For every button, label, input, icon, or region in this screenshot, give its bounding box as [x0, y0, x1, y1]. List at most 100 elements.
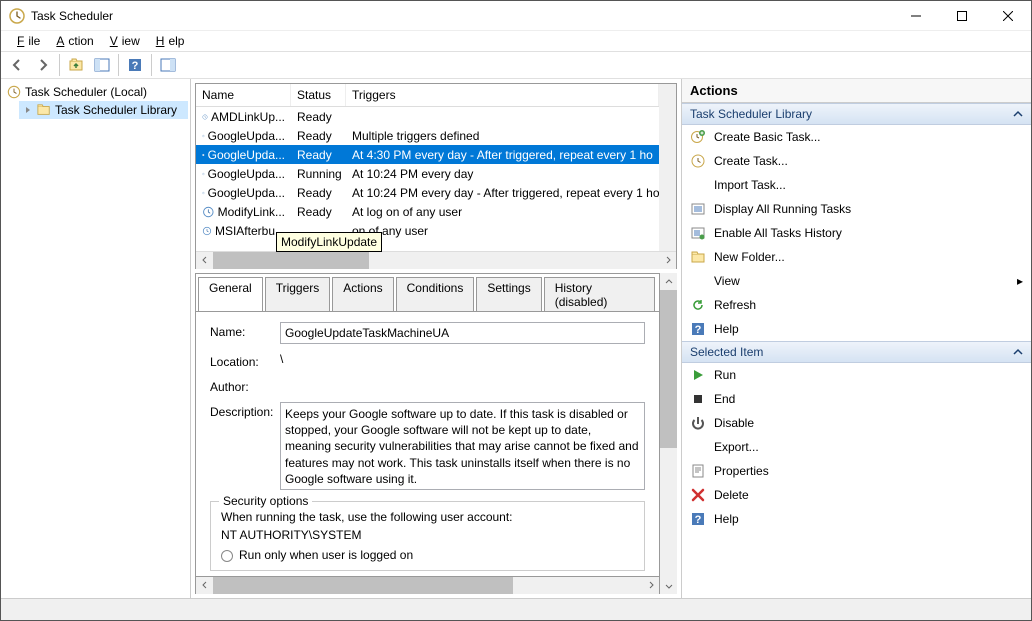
action-icon [690, 415, 706, 431]
forward-button[interactable] [31, 53, 55, 77]
close-button[interactable] [985, 1, 1031, 31]
tree-root-label: Task Scheduler (Local) [25, 85, 147, 99]
task-list-header: Name Status Triggers [196, 84, 659, 107]
actions-pane: Actions Task Scheduler Library Create Ba… [681, 79, 1031, 598]
details-hscroll[interactable] [196, 576, 659, 593]
action-export[interactable]: Export... [682, 435, 1031, 459]
action-icon [690, 249, 706, 265]
menu-file[interactable]: File [9, 32, 44, 50]
action-view[interactable]: View▸ [682, 269, 1031, 293]
app-icon [9, 8, 25, 24]
action-help[interactable]: ?Help [682, 317, 1031, 341]
action-help[interactable]: ?Help [682, 507, 1031, 531]
col-status[interactable]: Status [291, 84, 346, 106]
action-icon [690, 367, 706, 383]
security-text: When running the task, use the following… [221, 510, 634, 524]
collapse-icon [1013, 109, 1023, 119]
action-icon [690, 439, 706, 455]
menu-view[interactable]: View [102, 32, 144, 50]
description-label: Description: [210, 402, 280, 419]
action-import-task[interactable]: Import Task... [682, 173, 1031, 197]
titlebar: Task Scheduler [1, 1, 1031, 31]
actions-header: Actions [682, 79, 1031, 103]
description-field[interactable] [280, 402, 645, 490]
col-name[interactable]: Name [196, 84, 291, 106]
menu-help[interactable]: Help [148, 32, 189, 50]
task-row[interactable]: GoogleUpda...ReadyMultiple triggers defi… [196, 126, 659, 145]
svg-text:?: ? [695, 514, 702, 526]
tree-root[interactable]: Task Scheduler (Local) [3, 83, 188, 101]
action-icon [690, 153, 706, 169]
section-selected-item[interactable]: Selected Item [682, 341, 1031, 363]
expander-icon[interactable] [23, 105, 33, 115]
svg-text:?: ? [695, 324, 702, 336]
task-list-vscroll[interactable] [659, 84, 676, 251]
section-library[interactable]: Task Scheduler Library [682, 103, 1031, 125]
location-value: \ [280, 352, 645, 366]
task-list: Name Status Triggers AMDLinkUp...ReadyGo… [195, 83, 677, 269]
details-vscroll[interactable] [660, 273, 677, 594]
action-icon [690, 273, 706, 289]
details-tabpanel: General Triggers Actions Conditions Sett… [195, 273, 660, 594]
task-row[interactable]: MSIAfterbu... on of any user [196, 221, 659, 240]
tab-conditions[interactable]: Conditions [396, 277, 475, 312]
location-label: Location: [210, 352, 280, 369]
back-button[interactable] [5, 53, 29, 77]
action-refresh[interactable]: Refresh [682, 293, 1031, 317]
radio-logged-on[interactable]: Run only when user is logged on [221, 548, 634, 562]
tree-library[interactable]: Task Scheduler Library [19, 101, 188, 119]
action-new-folder[interactable]: New Folder... [682, 245, 1031, 269]
action-create-basic-task[interactable]: Create Basic Task... [682, 125, 1031, 149]
action-icon [690, 129, 706, 145]
name-field[interactable] [280, 322, 645, 344]
up-button[interactable] [64, 53, 88, 77]
task-row[interactable]: AMDLinkUp...Ready [196, 107, 659, 126]
tree-pane: Task Scheduler (Local) Task Scheduler Li… [1, 79, 191, 598]
action-icon [690, 201, 706, 217]
action-icon [690, 487, 706, 503]
tab-history[interactable]: History (disabled) [544, 277, 655, 312]
col-triggers[interactable]: Triggers [346, 84, 659, 106]
action-icon: ? [690, 321, 706, 337]
task-list-hscroll[interactable] [196, 251, 676, 268]
show-hide-console-tree-button[interactable] [90, 53, 114, 77]
action-enable-all-tasks-history[interactable]: Enable All Tasks History [682, 221, 1031, 245]
action-display-all-running-tasks[interactable]: Display All Running Tasks [682, 197, 1031, 221]
security-account: NT AUTHORITY\SYSTEM [221, 528, 634, 542]
action-icon [690, 225, 706, 241]
tab-actions[interactable]: Actions [332, 277, 393, 312]
menubar: File Action View Help [1, 31, 1031, 51]
help-toolbar-button[interactable]: ? [123, 53, 147, 77]
action-end[interactable]: End [682, 387, 1031, 411]
action-run[interactable]: Run [682, 363, 1031, 387]
collapse-icon [1013, 347, 1023, 357]
maximize-button[interactable] [939, 1, 985, 31]
name-label: Name: [210, 322, 280, 339]
toolbar: ? [1, 51, 1031, 79]
task-row[interactable]: GoogleUpda...ReadyAt 10:24 PM every day … [196, 183, 659, 202]
tab-general[interactable]: General [198, 277, 263, 312]
action-properties[interactable]: Properties [682, 459, 1031, 483]
middle-pane: Name Status Triggers AMDLinkUp...ReadyGo… [191, 79, 681, 598]
author-label: Author: [210, 377, 280, 394]
svg-text:?: ? [132, 60, 139, 72]
task-row[interactable]: GoogleUpda...RunningAt 10:24 PM every da… [196, 164, 659, 183]
action-create-task[interactable]: Create Task... [682, 149, 1031, 173]
action-disable[interactable]: Disable [682, 411, 1031, 435]
task-row[interactable]: GoogleUpda...ReadyAt 4:30 PM every day -… [196, 145, 659, 164]
action-icon [690, 391, 706, 407]
tree-library-label: Task Scheduler Library [55, 103, 177, 117]
action-icon [690, 297, 706, 313]
tab-triggers[interactable]: Triggers [265, 277, 331, 312]
tab-settings[interactable]: Settings [476, 277, 541, 312]
menu-action[interactable]: Action [48, 32, 97, 50]
statusbar [1, 598, 1031, 620]
security-legend: Security options [219, 494, 312, 508]
show-hide-action-pane-button[interactable] [156, 53, 180, 77]
action-delete[interactable]: Delete [682, 483, 1031, 507]
task-row[interactable]: ModifyLink...ReadyAt log on of any user [196, 202, 659, 221]
action-icon: ? [690, 511, 706, 527]
minimize-button[interactable] [893, 1, 939, 31]
tooltip: ModifyLinkUpdate [276, 232, 382, 252]
action-icon [690, 177, 706, 193]
